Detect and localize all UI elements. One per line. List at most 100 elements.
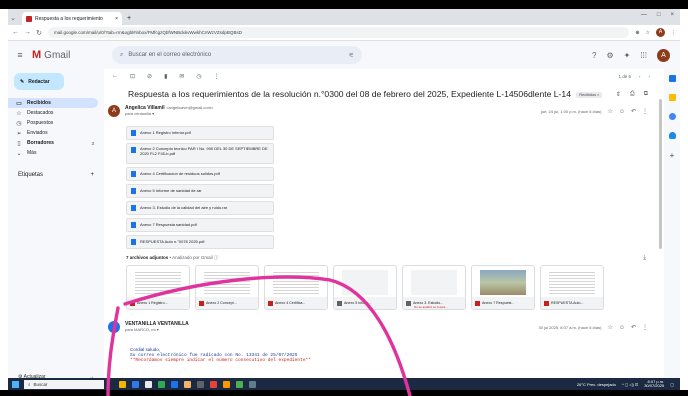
open-new-window-icon[interactable]: ⧉: [644, 91, 648, 98]
sidebar-item-drafts[interactable]: ▯ Borradores 3: [8, 138, 98, 148]
attachment-thumbnail[interactable]: Anexo 4 Certifica...: [264, 265, 328, 310]
sender-avatar[interactable]: A: [108, 105, 120, 117]
back-icon[interactable]: ←: [12, 29, 19, 36]
search-placeholder: Buscar en el correo electrónico: [128, 52, 212, 58]
more-vert-icon[interactable]: ⋮: [642, 324, 648, 331]
attachment-thumbnail[interactable]: Anexo 3. Estudio... No se analizó en busc…: [402, 265, 466, 310]
download-all-icon[interactable]: ⤓: [643, 255, 646, 262]
taskbar-app-icon[interactable]: [184, 380, 191, 388]
inbox-label-badge[interactable]: Recibidos ×: [576, 91, 603, 98]
weather-text[interactable]: 26°C Prec. despejado: [577, 382, 616, 387]
scrollbar[interactable]: [659, 99, 662, 249]
more-options-icon[interactable]: ⋮: [214, 73, 220, 80]
taskbar-app-icon[interactable]: [171, 380, 178, 388]
windows-start-icon[interactable]: [12, 380, 19, 388]
taskbar-app-icon[interactable]: [158, 380, 165, 388]
search-options-icon[interactable]: ⚟: [349, 52, 354, 59]
print-icon[interactable]: ⎙: [630, 91, 635, 98]
main-menu-icon[interactable]: ≡: [8, 50, 32, 60]
sidebar-item-sent[interactable]: ➢ Enviados: [8, 128, 98, 138]
attachment-item[interactable]: Anexo 7 Respuesta sanidad.pdf: [126, 218, 274, 232]
gmail-logo[interactable]: M Gmail: [32, 49, 112, 61]
back-to-inbox-icon[interactable]: ←: [112, 73, 118, 79]
emoji-icon[interactable]: ☺: [619, 109, 625, 115]
close-window-button[interactable]: ×: [670, 12, 674, 18]
more-vert-icon[interactable]: ⋮: [642, 108, 648, 115]
attachment-thumbnail[interactable]: Anexo 2 Concept...: [195, 265, 259, 310]
new-tab-button[interactable]: +: [127, 15, 131, 22]
extensions-icon[interactable]: ⊕: [635, 30, 639, 36]
report-spam-icon[interactable]: ⊘: [147, 73, 152, 80]
sidebar-item-starred[interactable]: ☆ Destacados: [8, 108, 98, 118]
thumbnail-caption: Anexo 5 Inform...: [334, 297, 396, 309]
sender-avatar[interactable]: [108, 321, 120, 333]
reload-icon[interactable]: ↻: [36, 29, 42, 37]
browser-menu-icon[interactable]: ⋮: [671, 30, 676, 36]
attachment-thumbnail[interactable]: Anexo 7 Respuest...: [471, 265, 535, 310]
tab-close-icon[interactable]: ×: [115, 16, 118, 22]
tab-search-icon[interactable]: ⌄: [10, 14, 16, 22]
search-input[interactable]: ⌕ Buscar en el correo electrónico ⚟: [112, 46, 362, 64]
star-icon[interactable]: ☆: [607, 324, 612, 331]
attachment-item[interactable]: Anexo 3. Estudio de la calidad del aire …: [126, 201, 274, 215]
maximize-button[interactable]: □: [657, 12, 661, 18]
attachment-thumbnail[interactable]: RESPUESTA Auto...: [540, 265, 604, 310]
forward-icon[interactable]: →: [24, 29, 31, 36]
apps-grid-icon[interactable]: ⁞⁞⁞: [640, 51, 647, 60]
help-icon[interactable]: ?: [592, 51, 596, 60]
taskbar-app-icon[interactable]: [210, 380, 217, 388]
reply-icon[interactable]: ↶: [631, 108, 636, 115]
sidebar-item-inbox[interactable]: ▭ Recibidos: [8, 98, 98, 108]
archive-icon[interactable]: ⊡: [130, 73, 135, 80]
account-avatar[interactable]: A: [657, 48, 670, 62]
taskbar-app-icon[interactable]: [236, 380, 243, 388]
taskbar-search-input[interactable]: ⌕ Buscar: [24, 379, 104, 389]
delete-icon[interactable]: ▮: [164, 73, 167, 80]
emoji-icon[interactable]: ☺: [619, 325, 625, 331]
calendar-icon[interactable]: [668, 75, 676, 82]
notifications-icon[interactable]: ▢: [670, 382, 674, 387]
bookmark-star-icon[interactable]: ☆: [646, 30, 650, 36]
attachment-thumbnail[interactable]: Anexo 5 Inform...: [333, 265, 397, 310]
attachment-item[interactable]: Anexo 2 Concepto tecnico PAR I No. 990 D…: [126, 143, 274, 164]
taskbar-app-icon[interactable]: [145, 380, 152, 388]
tray-icons[interactable]: ^ ◻ ◁) ⊡: [622, 382, 638, 387]
url-bar[interactable]: mail.google.com/mail/u/0/?tab=rm&ogbl#in…: [48, 27, 630, 38]
taskbar-app-icon[interactable]: [249, 380, 256, 388]
compose-button[interactable]: ✎ Redactar: [14, 73, 64, 90]
minimize-button[interactable]: —: [641, 12, 647, 18]
search-icon[interactable]: ⌕: [120, 52, 123, 59]
attachment-thumbnail[interactable]: Anexo 1 Registro...: [126, 265, 190, 310]
taskbar-app-icon[interactable]: [119, 380, 126, 388]
taskbar-search-placeholder: Buscar: [33, 381, 48, 387]
recipients[interactable]: para MARCO, mí ▾: [125, 327, 189, 332]
taskbar-app-icon[interactable]: [197, 380, 204, 388]
gmail-header: ≡ M Gmail ⌕ Buscar en el correo electrón…: [8, 41, 680, 69]
settings-gear-icon[interactable]: ⚙: [606, 51, 613, 60]
add-label-button[interactable]: +: [90, 172, 94, 178]
taskbar-app-icon[interactable]: [223, 380, 230, 388]
keep-icon[interactable]: [668, 94, 676, 101]
clock[interactable]: 8:07 p.m. 30/07/2025: [644, 379, 664, 389]
attachment-item[interactable]: Anexo 1 Registro Inferior.pdf: [126, 126, 274, 140]
tasks-icon[interactable]: [668, 113, 676, 120]
star-icon[interactable]: ☆: [607, 108, 612, 115]
attachment-item[interactable]: Anexo 5 Informe de sanidad de.rar: [126, 184, 274, 198]
prev-page-button[interactable]: ‹: [639, 74, 641, 79]
collapse-icon[interactable]: ⇕: [616, 91, 621, 98]
browser-profile-avatar[interactable]: A: [656, 28, 665, 37]
sidebar-item-more[interactable]: ⌄ Más: [8, 148, 98, 158]
contacts-icon[interactable]: [668, 132, 676, 139]
mark-unread-icon[interactable]: ✉: [179, 73, 184, 80]
recipients[interactable]: para ventanilla ▾: [125, 111, 213, 116]
attachment-item[interactable]: Anexo 4 Certificacion de residuos solido…: [126, 167, 274, 181]
attachment-item[interactable]: RESPUESTA Auto n.°0078 2025.pdf: [126, 235, 274, 249]
add-addon-icon[interactable]: +: [670, 151, 675, 160]
gemini-sparkle-icon[interactable]: ✦: [624, 51, 631, 60]
browser-tab[interactable]: Respuesta a los requerimiento ×: [22, 12, 122, 25]
next-page-button[interactable]: ›: [649, 74, 651, 79]
taskbar-app-icon[interactable]: [132, 380, 139, 388]
reply-icon[interactable]: ↶: [631, 324, 636, 331]
sidebar-item-snoozed[interactable]: ◷ Pospuestos: [8, 118, 98, 128]
snooze-icon[interactable]: ◷: [196, 73, 201, 80]
